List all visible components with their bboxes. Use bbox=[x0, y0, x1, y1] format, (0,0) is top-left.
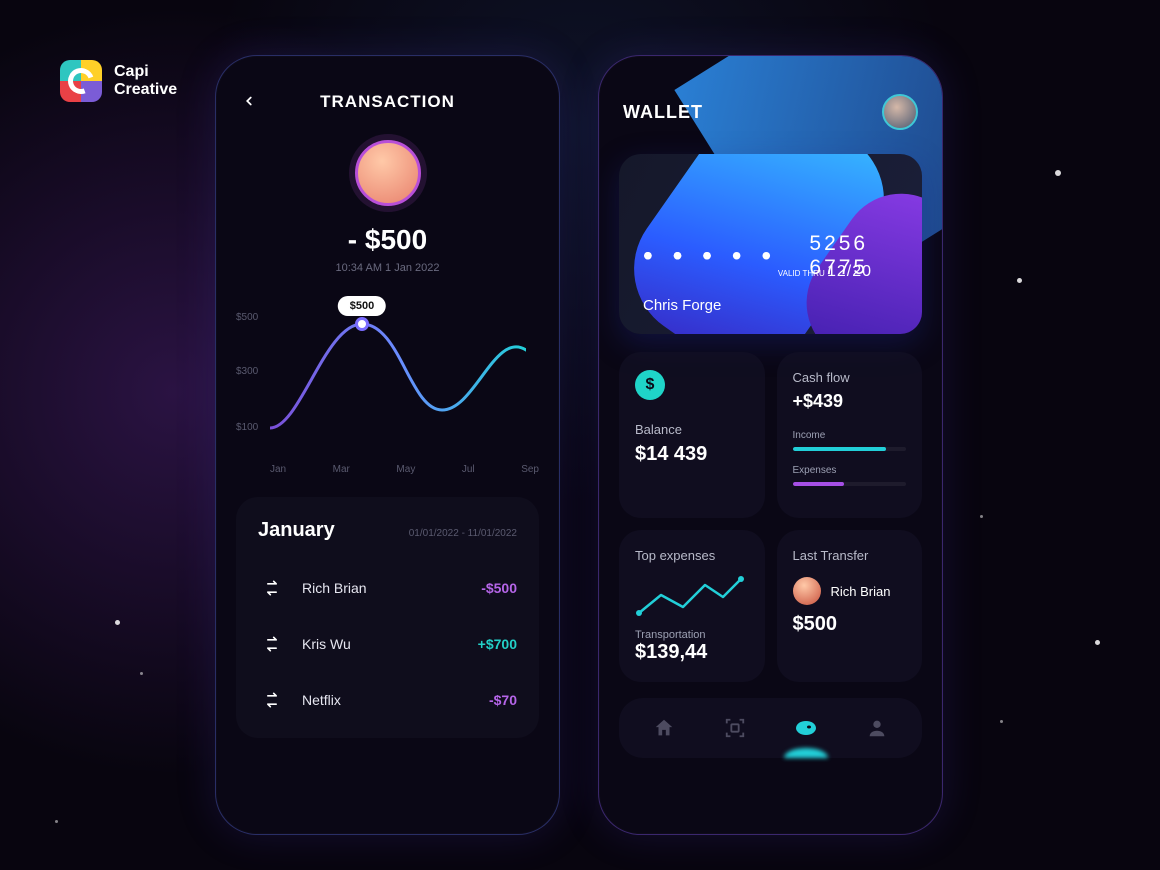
income-bar bbox=[793, 447, 886, 451]
cashflow-tile[interactable]: Cash flow +$439 Income Expenses bbox=[777, 352, 923, 518]
balance-value: $14 439 bbox=[635, 443, 749, 466]
dollar-icon: $ bbox=[635, 370, 665, 400]
top-expenses-label: Top expenses bbox=[635, 548, 749, 563]
transaction-row[interactable]: Netflix -$70 bbox=[258, 672, 517, 728]
transfer-icon bbox=[258, 686, 286, 714]
last-transfer-label: Last Transfer bbox=[793, 548, 907, 563]
transaction-row[interactable]: Rich Brian -$500 bbox=[258, 560, 517, 616]
chart-ytick: $300 bbox=[236, 366, 258, 377]
card-holder-name: Chris Forge bbox=[643, 297, 721, 314]
brand-mark bbox=[60, 60, 102, 102]
transfer-icon bbox=[258, 574, 286, 602]
transaction-name: Kris Wu bbox=[302, 636, 462, 652]
chart-xtick: Mar bbox=[333, 464, 350, 475]
last-transfer-tile[interactable]: Last Transfer Rich Brian $500 bbox=[777, 530, 923, 682]
cashflow-label: Cash flow bbox=[793, 370, 907, 385]
chart-ytick: $100 bbox=[236, 422, 258, 433]
top-expenses-tile[interactable]: Top expenses Transportation $139,44 bbox=[619, 530, 765, 682]
chart-ytick: $500 bbox=[236, 312, 258, 323]
transaction-datetime: 10:34 AM 1 Jan 2022 bbox=[236, 262, 539, 274]
transaction-amount: +$700 bbox=[478, 636, 517, 652]
nav-home-icon[interactable] bbox=[652, 716, 676, 740]
expenses-bar bbox=[793, 482, 844, 486]
transfer-avatar bbox=[793, 577, 821, 605]
profile-avatar[interactable] bbox=[882, 94, 918, 130]
contact-avatar[interactable] bbox=[355, 140, 421, 206]
bottom-nav bbox=[619, 698, 922, 758]
card-valid-label: VALID THRU bbox=[778, 269, 825, 278]
expense-value: $139,44 bbox=[635, 641, 749, 664]
transactions-date-range: 01/01/2022 - 11/01/2022 bbox=[409, 528, 517, 539]
spending-chart[interactable]: $500 $300 $100 $500 bbox=[236, 310, 539, 440]
transaction-amount: - $500 bbox=[236, 224, 539, 256]
transactions-panel: January 01/01/2022 - 11/01/2022 Rich Bri… bbox=[236, 497, 539, 738]
transaction-row[interactable]: Kris Wu +$700 bbox=[258, 616, 517, 672]
nav-profile-icon[interactable] bbox=[865, 716, 889, 740]
wallet-title: WALLET bbox=[623, 102, 703, 123]
transaction-screen: TRANSACTION - $500 10:34 AM 1 Jan 2022 $… bbox=[215, 55, 560, 835]
transaction-name: Netflix bbox=[302, 692, 473, 708]
cashflow-value: +$439 bbox=[793, 391, 907, 412]
credit-card[interactable]: • • • • • • • • 5256 6775 VALID THRU 12/… bbox=[619, 154, 922, 334]
brand-line1: Capi bbox=[114, 63, 177, 81]
nav-scan-icon[interactable] bbox=[723, 716, 747, 740]
chart-xtick: Jan bbox=[270, 464, 286, 475]
expenses-label: Expenses bbox=[793, 465, 907, 476]
card-valid-date: 12/20 bbox=[827, 263, 872, 280]
income-label: Income bbox=[793, 430, 907, 441]
transaction-amount: -$500 bbox=[481, 580, 517, 596]
back-button[interactable] bbox=[242, 91, 256, 114]
chart-xtick: Jul bbox=[462, 464, 475, 475]
chart-xtick: May bbox=[396, 464, 415, 475]
brand-logo: Capi Creative bbox=[60, 60, 177, 102]
expense-category: Transportation bbox=[635, 629, 749, 641]
brand-line2: Creative bbox=[114, 81, 177, 99]
balance-label: Balance bbox=[635, 422, 749, 437]
chart-marker-label: $500 bbox=[338, 296, 386, 316]
transfer-icon bbox=[258, 630, 286, 658]
transfer-amount: $500 bbox=[793, 613, 907, 636]
transaction-title: TRANSACTION bbox=[320, 92, 455, 112]
nav-wallet-icon[interactable] bbox=[794, 716, 818, 740]
transaction-amount: -$70 bbox=[489, 692, 517, 708]
balance-tile[interactable]: $ Balance $14 439 bbox=[619, 352, 765, 518]
transactions-month: January bbox=[258, 519, 335, 542]
transaction-name: Rich Brian bbox=[302, 580, 465, 596]
wallet-screen: WALLET • • • • • • • • 5256 6775 VALID T… bbox=[598, 55, 943, 835]
chart-highlight-dot[interactable] bbox=[355, 317, 369, 331]
transfer-name: Rich Brian bbox=[831, 584, 891, 599]
chart-xtick: Sep bbox=[521, 464, 539, 475]
